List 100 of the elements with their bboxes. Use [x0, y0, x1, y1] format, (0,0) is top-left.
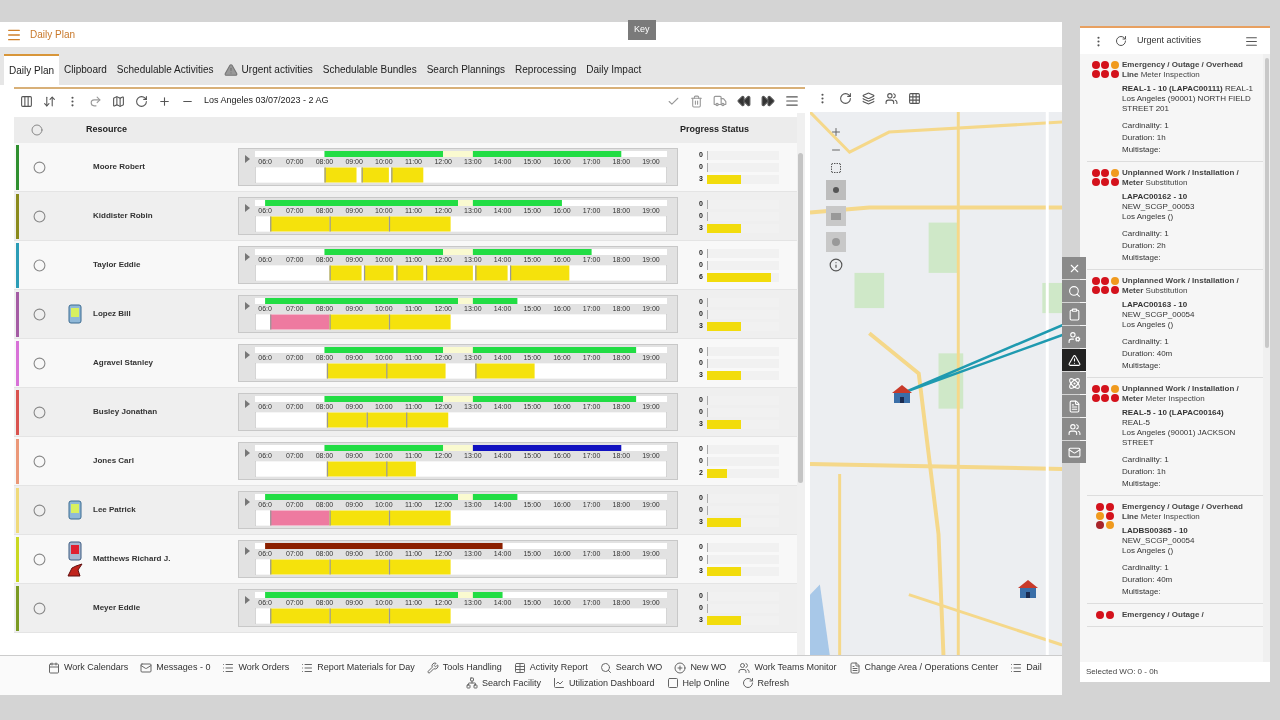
list-menu-icon[interactable] — [1245, 34, 1258, 48]
selection-summary: Selected WO: 0 - 0h — [1085, 666, 1160, 678]
rewind-icon[interactable] — [736, 94, 751, 108]
add-icon[interactable] — [158, 94, 171, 108]
expand-icon[interactable] — [244, 547, 250, 555]
mail-icon — [1067, 445, 1081, 459]
row-radio[interactable] — [33, 258, 46, 272]
row-radio[interactable] — [33, 209, 46, 223]
bottom-link[interactable]: Search WO — [599, 661, 663, 675]
resource-name: Agravel Stanley — [92, 357, 155, 369]
bottom-link[interactable]: Help Online — [666, 676, 730, 690]
tab[interactable]: Urgent activities — [218, 54, 318, 85]
bottom-link[interactable]: Search Facility — [466, 676, 542, 690]
expand-icon[interactable] — [244, 596, 250, 604]
refresh-icon[interactable] — [838, 92, 852, 105]
activity-title: Unplanned Work / Installation / Meter Substitution — [1122, 168, 1240, 188]
tooltip: Key — [628, 20, 656, 40]
row-radio[interactable] — [33, 356, 46, 370]
list-menu-icon[interactable] — [784, 94, 799, 108]
resource-name: Lopez Bill — [92, 308, 132, 320]
column-header: Resource — [85, 123, 129, 137]
grid-icon[interactable] — [907, 92, 921, 105]
point-tool-button[interactable] — [825, 180, 846, 200]
activity-detail: Duration: 40m — [1122, 349, 1174, 359]
bottom-link[interactable]: Work Teams Monitor — [738, 661, 837, 675]
side-tool-button[interactable] — [1062, 349, 1086, 371]
bottom-link[interactable]: Work Orders — [222, 661, 290, 675]
tab[interactable]: Daily Plan — [4, 54, 60, 85]
row-radio[interactable] — [33, 454, 46, 468]
row-radio[interactable] — [33, 307, 46, 321]
refresh-icon[interactable] — [135, 94, 148, 108]
bottom-link[interactable]: New WO — [674, 661, 727, 675]
tab[interactable]: Clipboard — [59, 54, 112, 85]
checkbox-icon — [666, 677, 679, 690]
bottom-link[interactable]: Activity Report — [513, 661, 588, 675]
activity-title: Emergency / Outage / Overhead Line Meter Inspection — [1122, 60, 1244, 80]
row-radio[interactable] — [33, 503, 46, 517]
people-icon[interactable] — [884, 92, 898, 105]
row-radio[interactable] — [33, 552, 46, 566]
columns-icon[interactable] — [20, 94, 33, 108]
map-icon[interactable] — [112, 94, 125, 108]
activity-info: REAL-1 - 10 (LAPAC00111) REAL-1 — [1122, 84, 1254, 94]
activity-card[interactable]: Emergency / Outage / — [1087, 604, 1263, 627]
tab[interactable]: Search Plannings — [421, 54, 511, 85]
bottom-link[interactable]: Report Materials for Day — [301, 661, 415, 675]
zoom-in-icon[interactable] — [829, 126, 842, 138]
bottom-link[interactable]: Change Area / Operations Center — [848, 661, 999, 675]
redo-icon[interactable] — [89, 94, 102, 108]
activity-detail: Cardinality: 1 — [1122, 337, 1170, 347]
select-area-icon[interactable] — [829, 162, 842, 174]
expand-icon[interactable] — [244, 449, 250, 457]
panel-title: Urgent activities — [1137, 34, 1203, 48]
shape-tool-button[interactable] — [825, 232, 846, 252]
expand-icon[interactable] — [244, 155, 250, 163]
bottom-link[interactable]: Dail — [1010, 661, 1042, 675]
expand-icon[interactable] — [244, 302, 250, 310]
document-icon — [1067, 399, 1081, 413]
plus-icon — [674, 661, 687, 674]
delete-icon[interactable] — [689, 94, 703, 108]
bottom-link[interactable]: Messages - 0 — [140, 661, 211, 675]
tab[interactable]: Schedulable Bundles — [317, 54, 422, 85]
tab[interactable]: Schedulable Activities — [111, 54, 219, 85]
search-icon — [1067, 284, 1081, 298]
list-icon — [222, 661, 235, 674]
activity-info: REAL-5 — [1122, 418, 1151, 428]
phone-icon — [68, 500, 82, 520]
activity-info: LAPAC00163 - 10 — [1122, 300, 1189, 310]
sort-icon[interactable] — [43, 94, 56, 108]
resource-name: Taylor Eddie — [92, 259, 142, 271]
refresh-icon[interactable] — [1115, 35, 1127, 47]
shape-tool-button[interactable] — [825, 206, 846, 226]
activity-detail: Multistage: — [1122, 145, 1162, 155]
tab[interactable]: Daily Impact — [581, 54, 647, 85]
expand-icon[interactable] — [244, 204, 250, 212]
activity-info: REAL-5 - 10 (LAPAC00164) — [1122, 408, 1225, 418]
list-icon — [1010, 661, 1023, 674]
fast-forward-icon[interactable] — [760, 94, 775, 108]
bottom-link[interactable]: Utilization Dashboard — [553, 676, 655, 690]
expand-icon[interactable] — [244, 400, 250, 408]
layers-icon[interactable] — [861, 92, 875, 105]
bottom-link[interactable]: Tools Handling — [426, 661, 502, 675]
select-all-radio[interactable] — [31, 124, 43, 136]
row-radio[interactable] — [33, 601, 46, 615]
clipboard-icon — [1067, 307, 1081, 321]
expand-icon[interactable] — [244, 253, 250, 261]
activity-title: Emergency / Outage / Overhead Line Meter Inspection — [1122, 502, 1244, 522]
info-icon[interactable] — [828, 258, 843, 272]
bottom-link[interactable]: Work Calendars — [48, 661, 129, 675]
mail-icon — [140, 661, 153, 674]
expand-icon[interactable] — [244, 351, 250, 359]
row-radio[interactable] — [33, 160, 46, 174]
tab[interactable]: Reprocessing — [510, 54, 582, 85]
bottom-link[interactable]: Refresh — [741, 676, 790, 690]
resource-name: Moore Robert — [92, 161, 146, 173]
row-radio[interactable] — [33, 405, 46, 419]
truck-icon[interactable] — [712, 94, 727, 108]
document-icon — [848, 661, 861, 674]
activity-title: Unplanned Work / Installation / Meter Meter Inspection — [1122, 384, 1240, 404]
expand-icon[interactable] — [244, 498, 250, 506]
resource-name: Kiddister Robin — [92, 210, 154, 222]
